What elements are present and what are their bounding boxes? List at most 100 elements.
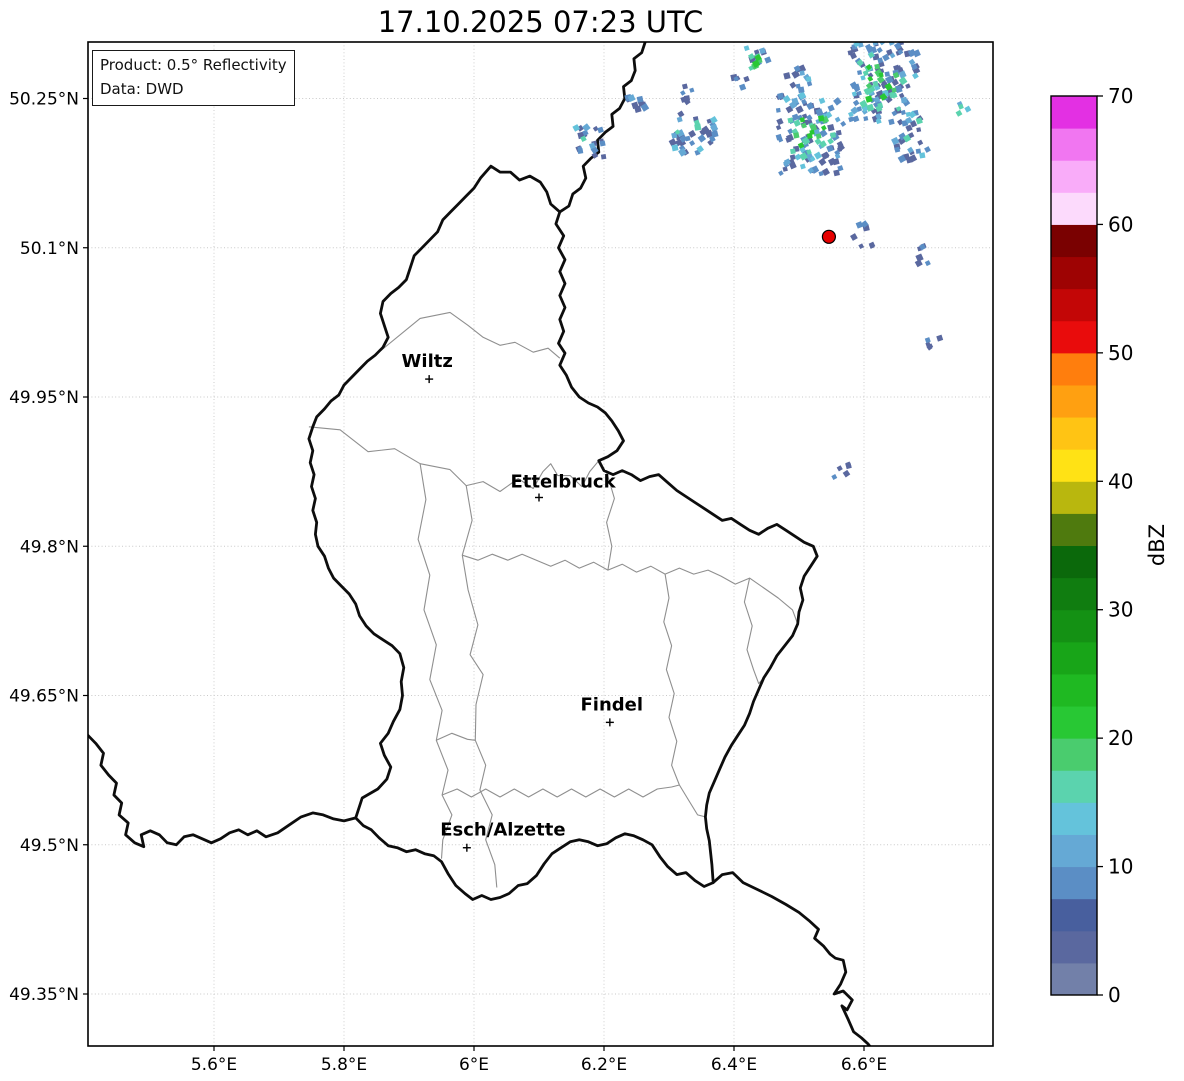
radar-echo-cell [799,70,805,76]
radar-echo-cell [775,107,781,113]
radar-echo-cell [805,76,812,83]
radar-echo-cell [831,474,838,480]
radar-echo-cell [778,170,784,176]
radar-echo-cell [813,151,823,160]
colorbar-segment [1051,545,1097,579]
radar-echo-cell [599,140,606,147]
colorbar-tick-label: 50 [1108,341,1133,365]
radar-echo-cell [924,146,931,153]
radar-echo-cell [776,117,784,126]
radar-echo-cell [789,81,797,89]
radar-echo-cell [855,221,864,229]
colorbar-segment [1051,160,1097,193]
colorbar-segment [1051,513,1097,546]
country-borders [88,42,872,1046]
radar-echo-cell [912,72,919,80]
colorbar-segment [1051,609,1097,643]
radar-echo-cell [671,144,679,152]
radar-echo-cell [799,163,806,170]
city-label: Wiltz [402,351,453,372]
product-line: Product: 0.5° Reflectivity [100,56,287,74]
radar-echo-cell [850,233,858,241]
radar-echo-cell [853,99,860,106]
neighbor-country-border [88,733,358,849]
colorbar-segment [1051,352,1097,386]
radar-echo-cluster [955,101,972,117]
radar-echo-cell [936,334,944,342]
luxembourg-border [307,164,819,901]
radar-echo-cell [809,129,815,136]
radar-echo-cluster [624,94,650,113]
radar-echo-cell [775,124,782,131]
radar-echo-cell [815,133,822,140]
radar-echo-cell [964,105,972,113]
radar-echo-cell [806,81,813,87]
radar-echo-cell [743,45,750,52]
radar-echo-cell [697,134,707,143]
radar-echo-cell [678,147,687,157]
radar-echo-cluster [730,73,750,91]
radar-echo-cluster [914,242,931,268]
graticule-gridlines [88,42,993,1046]
radar-echo-cell [924,337,931,344]
radar-echo-cell [820,125,827,131]
radar-echo-cluster [668,110,719,157]
radar-echo-cluster [924,334,944,351]
colorbar-segment [1051,128,1097,161]
radar-echo-cell [888,118,895,126]
y-axis-tick-label: 49.95°N [9,388,79,408]
colorbar: 0 10 20 30 40 50 60 70 dBZ [1050,84,1169,1007]
radar-echo-cluster [775,91,847,177]
y-axis-tick-label: 49.65°N [9,687,79,707]
radar-echo-cell [795,105,804,114]
radar-echo-cell [817,115,825,122]
radar-echo-cluster [743,45,772,71]
radar-echo-cell [884,71,890,77]
radar-echo-cluster [572,123,607,160]
colorbar-segment [1051,481,1097,514]
x-axis-tick-label: 5.8°E [321,1055,367,1075]
radar-echo-cell [597,126,604,134]
colorbar-tick-label: 10 [1108,855,1133,879]
product-info-box: Product: 0.5° Reflectivity Data: DWD [92,50,295,106]
x-axis-tick-label: 5.6°E [191,1055,237,1075]
radar-echo-cell [793,132,800,139]
radar-echo-cell [836,465,843,472]
y-axis-tick-label: 49.35°N [9,985,79,1005]
radar-echo-cell [919,152,926,159]
radar-echo-cell [917,139,924,146]
canton-border-line [441,784,680,798]
y-axis-tick-label: 49.8°N [20,537,79,557]
colorbar-axis-label: dBZ [1145,524,1169,566]
colorbar-segment [1051,738,1097,771]
colorbar-segment [1051,770,1097,803]
radar-echo-cluster [783,64,813,94]
radar-echo-cell [739,83,747,91]
neighbor-country-border [711,871,872,1046]
radar-echo-cell [827,104,835,112]
canton-borders [308,311,799,888]
radar-echo-cell [840,120,847,127]
radar-echo-cell [834,116,841,123]
city-label: Esch/Alzette [440,820,565,841]
radar-echo-cell [743,75,750,83]
radar-echo-cell [900,96,908,104]
map-plot: Wiltz Ettelbruck Findel Esch/Alzette 5.6°E 5.… [9,41,1169,1075]
canton-border-line [743,577,765,685]
colorbar-segment [1051,192,1097,225]
colorbar-segment [1051,641,1097,675]
colorbar-segment [1051,866,1097,900]
radar-echo-cell [709,116,718,124]
colorbar-segment [1051,898,1097,932]
radar-echo-cell [689,87,695,93]
radar-echo-cell [955,109,963,117]
city-label: Ettelbruck [510,472,616,493]
radar-echo-cell [905,83,911,89]
radar-echo-cell [842,469,851,478]
radar-echo-cell [577,146,583,152]
colorbar-segment [1051,577,1097,611]
colorbar-segment [1051,706,1097,739]
radar-echo-cluster [850,220,876,250]
radar-figure: 17.10.2025 07:23 UTC Wiltz Ettelbruck Find… [0,0,1184,1081]
radar-echo-cell [636,95,644,103]
